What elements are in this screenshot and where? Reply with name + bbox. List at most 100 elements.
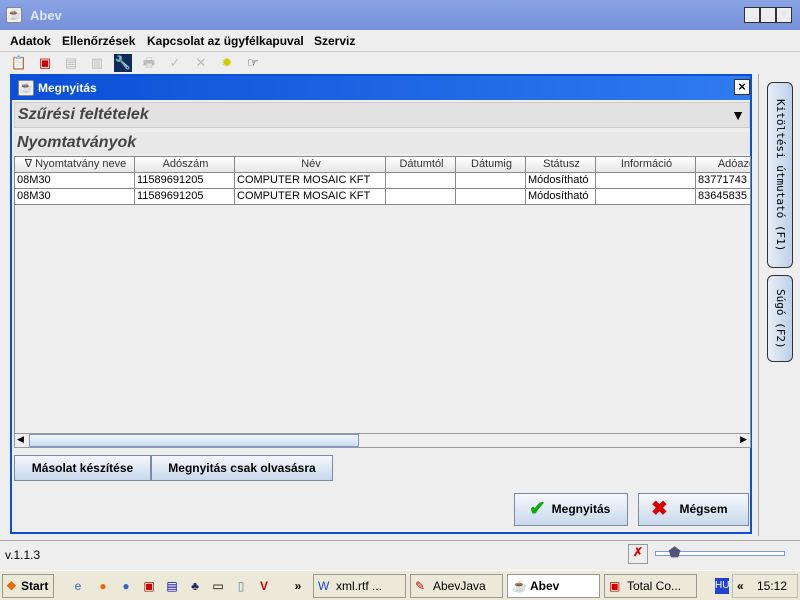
table-cell[interactable]: COMPUTER MOSAIC KFT bbox=[235, 189, 386, 205]
table-header: ∇ Nyomtatvány neve Adószám Név Dátumtól Dátu… bbox=[15, 157, 750, 173]
tab-fill-guide[interactable]: Kitöltési útmutató (F1) bbox=[767, 82, 793, 268]
task-label: xml.rtf ... bbox=[336, 579, 382, 593]
column-header[interactable]: Információ bbox=[596, 157, 696, 173]
table-cell[interactable]: COMPUTER MOSAIC KFT bbox=[235, 173, 386, 189]
task-label: Total Co... bbox=[627, 579, 682, 593]
column-header[interactable]: Adószám bbox=[135, 157, 235, 173]
scroll-left-icon[interactable]: ◀ bbox=[17, 434, 24, 445]
column-header[interactable]: Dátumtól bbox=[386, 157, 456, 173]
taskbar: ❖ Start e ● ● ▣ ▤ ♣ ▭ ▯ V » Wxml.rtf ...… bbox=[0, 570, 800, 600]
word-icon: W bbox=[318, 579, 330, 593]
task-abevjava[interactable]: ✎ AbevJava bbox=[410, 574, 503, 598]
forms-table: ∇ Nyomtatvány neve Adószám Név Dátumtól Dátu… bbox=[14, 156, 751, 448]
menu-kapcsolat[interactable]: Kapcsolat az ügyfélkapuval bbox=[147, 34, 304, 48]
thunderbird-icon[interactable]: ● bbox=[118, 578, 134, 594]
status-bar: v.1.1.3 ✗ ⬟ bbox=[0, 540, 800, 566]
cancel-button[interactable]: ✖ Mégsem bbox=[638, 493, 749, 526]
filter-title: Szűrési feltételek bbox=[18, 106, 149, 123]
save-export-icon[interactable]: ▣ bbox=[36, 54, 54, 72]
menu-ellenorzesek[interactable]: Ellenőrzések bbox=[62, 34, 135, 48]
java-icon: ☕ bbox=[6, 7, 22, 23]
table-cell[interactable]: Módosítható bbox=[526, 173, 596, 189]
table-row[interactable]: 08M30 11589691205 COMPUTER MOSAIC KFT Módos… bbox=[15, 189, 750, 205]
column-header[interactable]: Dátumig bbox=[456, 157, 526, 173]
window-icon[interactable]: ▭ bbox=[210, 578, 226, 594]
total-commander-icon: ▣ bbox=[609, 579, 621, 593]
table-cell[interactable] bbox=[386, 173, 456, 189]
tray-expand[interactable]: « bbox=[737, 575, 744, 597]
cancel-x-icon: ✖ bbox=[651, 498, 668, 520]
open-button[interactable]: ✔ Megnyitás bbox=[514, 493, 628, 526]
disabled-icon[interactable]: ▥ bbox=[88, 54, 106, 72]
pointer-icon[interactable]: ☞ bbox=[244, 54, 262, 72]
ie-icon[interactable]: e bbox=[70, 578, 86, 594]
table-cell[interactable]: 08M30 bbox=[15, 173, 135, 189]
column-header[interactable]: Státusz bbox=[526, 157, 596, 173]
maximize-button[interactable]: □ bbox=[760, 7, 776, 23]
task-total-commander[interactable]: ▣ Total Co... bbox=[604, 574, 697, 598]
scrollbar-thumb[interactable] bbox=[29, 434, 359, 447]
dialog-close-button[interactable]: × bbox=[734, 79, 750, 95]
tab-help[interactable]: Súgó (F2) bbox=[767, 275, 793, 362]
window-title: Abev bbox=[30, 8, 62, 23]
open-icon[interactable]: 📋 bbox=[10, 54, 28, 72]
dialog-title: Megnyitás bbox=[38, 81, 97, 95]
quicklaunch-more[interactable]: » bbox=[290, 578, 306, 594]
zoom-reset-icon[interactable]: ✗ bbox=[628, 544, 648, 564]
app-icon[interactable]: ▯ bbox=[233, 578, 249, 594]
close-button[interactable]: × bbox=[776, 7, 792, 23]
table-cell[interactable] bbox=[456, 189, 526, 205]
window-title-bar: ☕ Abev _ □ × bbox=[0, 0, 800, 30]
table-cell[interactable]: 83645835 bbox=[696, 189, 750, 205]
table-cell[interactable] bbox=[596, 189, 696, 205]
cancel-button-label: Mégsem bbox=[679, 502, 728, 516]
scroll-right-icon[interactable]: ▶ bbox=[740, 434, 747, 445]
column-header[interactable]: Adóazo bbox=[696, 157, 750, 173]
column-header[interactable]: Név bbox=[235, 157, 386, 173]
check-icon[interactable]: ✓ bbox=[166, 54, 184, 72]
gear-icon[interactable]: ✹ bbox=[218, 54, 236, 72]
filter-section-header[interactable]: Szűrési feltételek ▼ bbox=[14, 102, 750, 128]
expand-arrow-icon[interactable]: ▼ bbox=[731, 107, 745, 123]
table-cell[interactable]: 08M30 bbox=[15, 189, 135, 205]
column-header[interactable]: ∇ Nyomtatvány neve bbox=[15, 157, 135, 173]
system-tray: « 15:12 bbox=[732, 574, 798, 598]
list-title: Nyomtatványok bbox=[14, 132, 750, 154]
zoom-slider-thumb[interactable]: ⬟ bbox=[669, 544, 681, 561]
dialog-title-bar: ☕ Megnyitás × bbox=[12, 76, 750, 100]
help-side-panel: Kitöltési útmutató (F1) Súgó (F2) bbox=[758, 74, 800, 536]
table-cell[interactable] bbox=[386, 189, 456, 205]
table-cell[interactable] bbox=[596, 173, 696, 189]
app-icon[interactable]: ▤ bbox=[164, 578, 180, 594]
table-cell[interactable] bbox=[456, 173, 526, 189]
task-label: Abev bbox=[530, 579, 560, 593]
print-icon[interactable]: 🖶 bbox=[140, 54, 158, 72]
delete-icon[interactable]: ✕ bbox=[192, 54, 210, 72]
ve-icon[interactable]: V bbox=[256, 578, 272, 594]
start-button[interactable]: ❖ Start bbox=[2, 574, 54, 598]
open-button-label: Megnyitás bbox=[551, 502, 611, 516]
open-readonly-button[interactable]: Megnyitás csak olvasásra bbox=[151, 455, 333, 481]
task-xml-rtf[interactable]: Wxml.rtf ... bbox=[313, 574, 406, 598]
table-cell[interactable]: 83771743 bbox=[696, 173, 750, 189]
start-label: Start bbox=[21, 579, 49, 593]
version-label: v.1.1.3 bbox=[5, 548, 41, 562]
menu-adatok[interactable]: Adatok bbox=[10, 34, 51, 48]
copy-button[interactable]: Másolat készítése bbox=[14, 455, 151, 481]
minimize-button[interactable]: _ bbox=[744, 7, 760, 23]
language-indicator[interactable]: HU bbox=[715, 578, 729, 594]
table-row[interactable]: 08M30 11589691205 COMPUTER MOSAIC KFT Módos… bbox=[15, 173, 750, 189]
horizontal-scrollbar[interactable]: ◀ ▶ bbox=[14, 433, 751, 448]
task-abev[interactable]: ☕ Abev bbox=[507, 574, 600, 598]
tools-icon[interactable]: 🔧 bbox=[114, 54, 132, 72]
app-icon[interactable]: ♣ bbox=[187, 578, 203, 594]
total-commander-icon[interactable]: ▣ bbox=[141, 578, 157, 594]
table-cell[interactable]: Módosítható bbox=[526, 189, 596, 205]
task-label: AbevJava bbox=[433, 579, 486, 593]
firefox-icon[interactable]: ● bbox=[95, 578, 111, 594]
table-cell[interactable]: 11589691205 bbox=[135, 189, 235, 205]
menu-szerviz[interactable]: Szerviz bbox=[314, 34, 355, 48]
disabled-icon[interactable]: ▤ bbox=[62, 54, 80, 72]
table-cell[interactable]: 11589691205 bbox=[135, 173, 235, 189]
open-dialog: ☕ Megnyitás × Szűrési feltételek ▼ Nyomt… bbox=[10, 74, 752, 534]
